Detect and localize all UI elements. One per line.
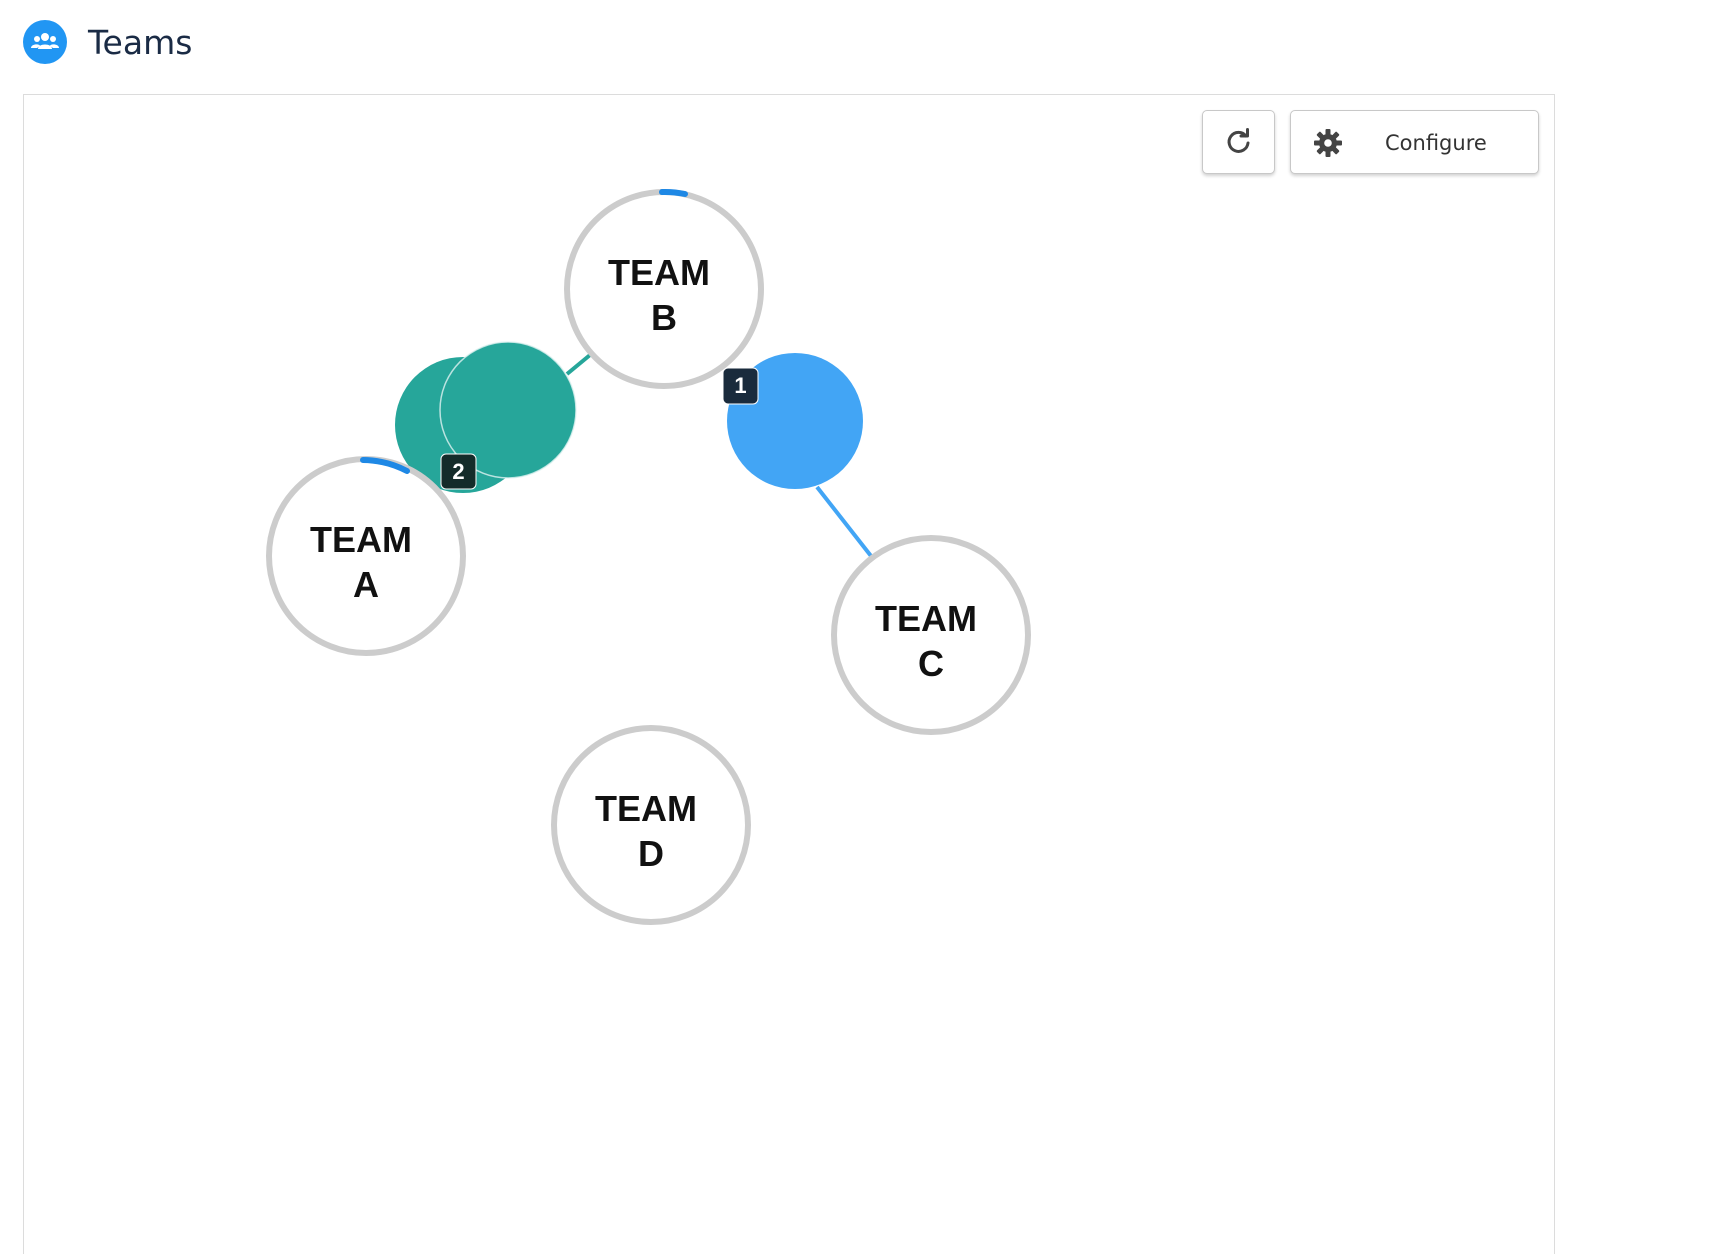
team-label: B	[651, 297, 677, 338]
team-label: C	[918, 643, 944, 684]
team-graph[interactable]: TEAM A TEAM B TEAM C TEAM D 2 1	[0, 0, 1710, 1254]
team-label: TEAM	[595, 788, 697, 829]
svg-text:1: 1	[734, 373, 746, 398]
progress-arc	[659, 188, 688, 197]
link-count-badge: 2	[440, 453, 477, 490]
link-count-badge: 1	[722, 367, 759, 405]
gear-icon	[1314, 129, 1342, 157]
configure-button[interactable]: Configure	[1290, 110, 1539, 174]
configure-label: Configure	[1385, 131, 1487, 155]
teams-page: Teams TEAM A TEAM B TEAM C TEAM D 2 1 Co…	[0, 0, 1710, 1254]
team-label: TEAM	[875, 598, 977, 639]
team-node-b[interactable]: TEAM B	[564, 188, 764, 389]
refresh-button[interactable]	[1202, 110, 1275, 174]
team-node-a[interactable]: TEAM A	[266, 456, 466, 656]
svg-text:2: 2	[452, 459, 464, 484]
link-team-b-team-c	[815, 485, 873, 558]
team-node-c[interactable]: TEAM C	[831, 535, 1031, 735]
refresh-icon	[1227, 128, 1249, 153]
link-team-a-team-b	[565, 353, 592, 376]
team-node-d[interactable]: TEAM D	[551, 725, 751, 925]
team-label: TEAM	[310, 519, 412, 560]
team-label: A	[353, 564, 379, 605]
link-bubble-team-a-team-b[interactable]	[395, 341, 577, 493]
team-label: D	[638, 833, 664, 874]
team-label: TEAM	[608, 252, 710, 293]
